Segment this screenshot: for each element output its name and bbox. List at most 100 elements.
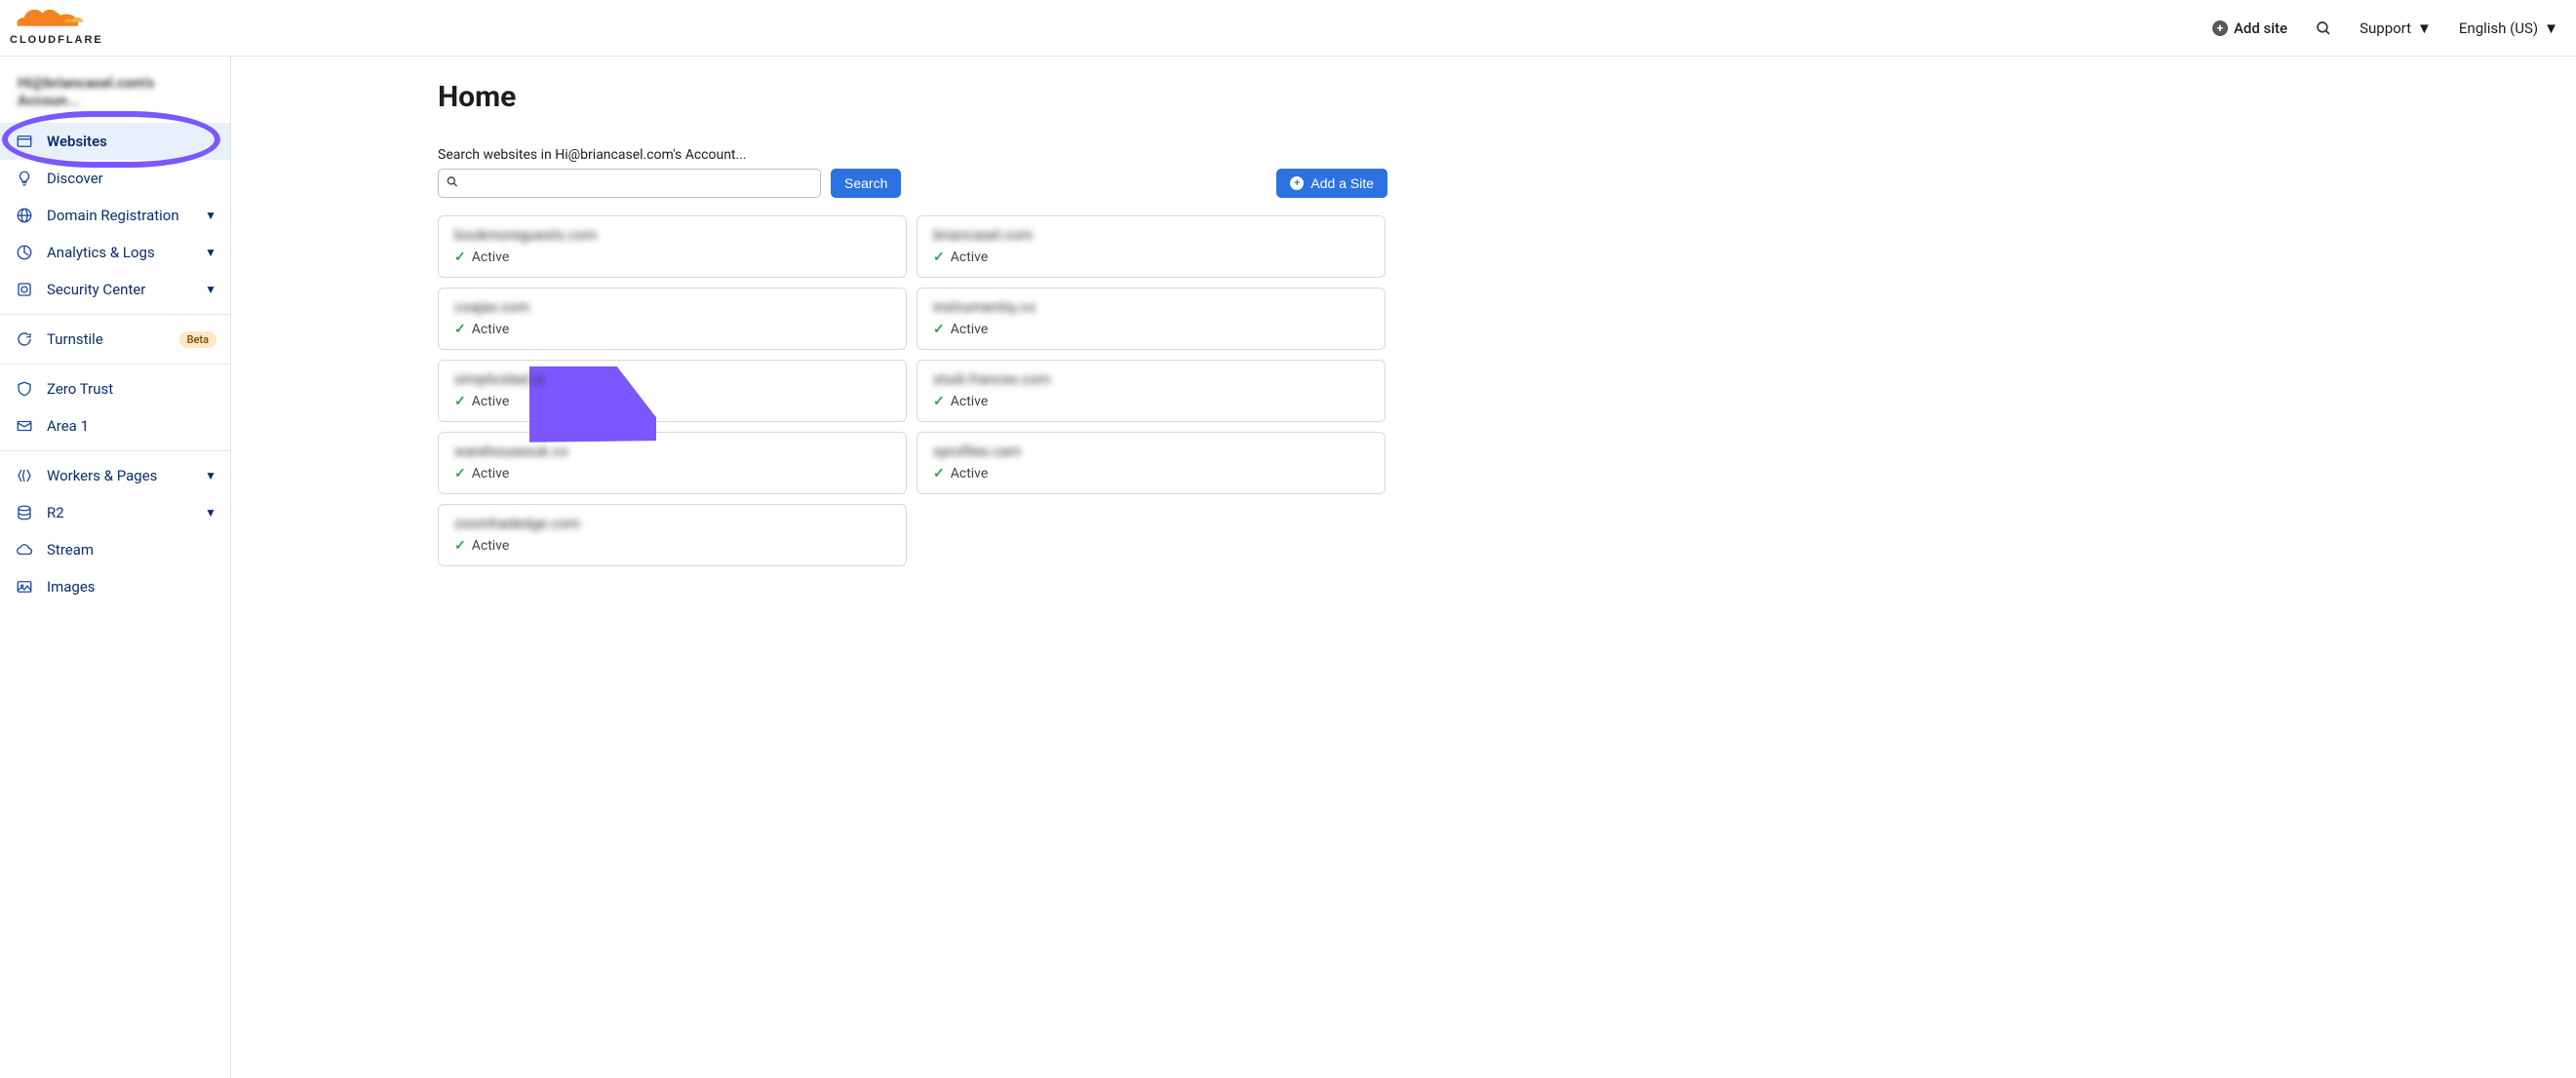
sidebar-item-security-center[interactable]: Security Center ▼	[0, 271, 230, 308]
site-status: ✓Active	[454, 538, 890, 554]
site-status: ✓Active	[933, 394, 1369, 409]
sidebar-item-label: Security Center	[47, 281, 205, 298]
check-icon: ✓	[933, 250, 945, 265]
site-name: coajax.com	[454, 298, 890, 316]
shield-icon	[14, 281, 35, 298]
sidebar-item-analytics[interactable]: Analytics & Logs ▼	[0, 234, 230, 271]
account-name[interactable]: Hi@briancasel.com's Accoun...	[0, 57, 230, 123]
sidebar-item-label: Stream	[47, 541, 216, 558]
site-name: bookmoreguests.com	[454, 226, 890, 244]
site-card[interactable]: bookmoreguests.com ✓Active	[438, 215, 907, 278]
sidebar-item-workers-pages[interactable]: Workers & Pages ▼	[0, 457, 230, 494]
sidebar-item-websites[interactable]: Websites	[0, 123, 230, 160]
chevron-down-icon: ▼	[205, 209, 216, 222]
site-name: xprofiles.cam	[933, 443, 1369, 460]
check-icon: ✓	[933, 394, 945, 409]
site-name: instrumentiq.co	[933, 298, 1369, 316]
cloudflare-logo[interactable]: CLOUDFLARE	[10, 10, 117, 47]
plus-circle-icon: +	[1290, 176, 1304, 190]
site-name: zoomhadedge.com	[454, 515, 890, 532]
site-card[interactable]: xprofiles.cam ✓Active	[917, 432, 1386, 494]
chevron-down-icon: ▼	[205, 246, 216, 259]
sidebar-item-domain-registration[interactable]: Domain Registration ▼	[0, 197, 230, 234]
beta-badge: Beta	[179, 331, 216, 348]
site-status: ✓Active	[933, 466, 1369, 481]
site-name: warehousexuk.co	[454, 443, 890, 460]
plus-circle-icon: +	[2212, 20, 2228, 36]
check-icon: ✓	[933, 322, 945, 337]
support-label: Support	[2360, 19, 2411, 37]
add-site-header-button[interactable]: + Add site	[2212, 19, 2287, 37]
site-card[interactable]: studi.frances.com ✓Active	[917, 360, 1386, 422]
search-label: Search websites in Hi@briancasel.com's A…	[438, 147, 901, 163]
header: CLOUDFLARE + Add site Support ▼ English …	[0, 0, 2576, 57]
lightbulb-icon	[14, 170, 35, 187]
language-label: English (US)	[2459, 19, 2538, 37]
sidebar: Hi@briancasel.com's Accoun... Websites D…	[0, 57, 231, 1078]
sidebar-item-stream[interactable]: Stream	[0, 531, 230, 568]
sidebar-item-label: Websites	[47, 133, 216, 150]
sidebar-item-discover[interactable]: Discover	[0, 160, 230, 197]
site-status: ✓Active	[454, 466, 890, 481]
chevron-down-icon: ▼	[205, 506, 216, 520]
site-grid: bookmoreguests.com ✓Active briancasel.co…	[438, 215, 1386, 566]
mail-icon	[14, 417, 35, 435]
sidebar-item-r2[interactable]: R2 ▼	[0, 494, 230, 531]
search-input[interactable]	[438, 169, 821, 198]
support-dropdown[interactable]: Support ▼	[2360, 19, 2432, 37]
sidebar-item-turnstile[interactable]: Turnstile Beta	[0, 321, 230, 358]
sidebar-item-label: Turnstile	[47, 330, 172, 348]
cloud-icon	[14, 541, 35, 558]
sidebar-item-label: Domain Registration	[47, 207, 205, 224]
divider	[0, 364, 230, 365]
site-card[interactable]: zoomhadedge.com ✓Active	[438, 504, 907, 566]
site-card[interactable]: coajax.com ✓Active	[438, 288, 907, 350]
chart-icon	[14, 244, 35, 261]
sidebar-item-label: Images	[47, 578, 216, 596]
sidebar-item-label: Zero Trust	[47, 380, 216, 398]
sidebar-item-area1[interactable]: Area 1	[0, 407, 230, 444]
site-name: simplicidad.io	[454, 370, 890, 388]
shield-check-icon	[14, 380, 35, 398]
database-icon	[14, 504, 35, 521]
refresh-icon	[14, 330, 35, 348]
globe-icon	[14, 207, 35, 224]
divider	[0, 314, 230, 315]
sidebar-item-zero-trust[interactable]: Zero Trust	[0, 370, 230, 407]
site-card[interactable]: briancasel.com ✓Active	[917, 215, 1386, 278]
chevron-down-icon: ▼	[205, 469, 216, 482]
sidebar-item-label: R2	[47, 504, 205, 521]
check-icon: ✓	[454, 466, 466, 481]
site-status: ✓Active	[454, 394, 890, 409]
sidebar-item-images[interactable]: Images	[0, 568, 230, 605]
image-icon	[14, 578, 35, 596]
chevron-down-icon: ▼	[205, 283, 216, 296]
svg-text:CLOUDFLARE: CLOUDFLARE	[10, 34, 103, 46]
search-icon	[446, 174, 459, 193]
check-icon: ✓	[454, 322, 466, 337]
sidebar-item-label: Area 1	[47, 417, 216, 435]
header-search-icon[interactable]	[2315, 19, 2332, 37]
site-status: ✓Active	[933, 322, 1369, 337]
site-card[interactable]: simplicidad.io ✓Active	[438, 360, 907, 422]
check-icon: ✓	[933, 466, 945, 481]
check-icon: ✓	[454, 538, 466, 554]
check-icon: ✓	[454, 394, 466, 409]
sidebar-item-label: Analytics & Logs	[47, 244, 205, 261]
add-a-site-label: Add a Site	[1310, 175, 1374, 191]
language-dropdown[interactable]: English (US) ▼	[2459, 19, 2558, 37]
sidebar-item-label: Discover	[47, 170, 216, 187]
chevron-down-icon: ▼	[2417, 19, 2432, 37]
page-title: Home	[438, 80, 1387, 114]
site-card[interactable]: warehousexuk.co ✓Active	[438, 432, 907, 494]
divider	[0, 450, 230, 451]
add-a-site-button[interactable]: + Add a Site	[1276, 169, 1387, 198]
site-status: ✓Active	[454, 250, 890, 265]
site-card[interactable]: instrumentiq.co ✓Active	[917, 288, 1386, 350]
site-status: ✓Active	[933, 250, 1369, 265]
window-icon	[14, 133, 35, 150]
site-name: studi.frances.com	[933, 370, 1369, 388]
workers-icon	[14, 467, 35, 484]
search-button[interactable]: Search	[831, 169, 901, 198]
add-site-label: Add site	[2234, 19, 2287, 37]
